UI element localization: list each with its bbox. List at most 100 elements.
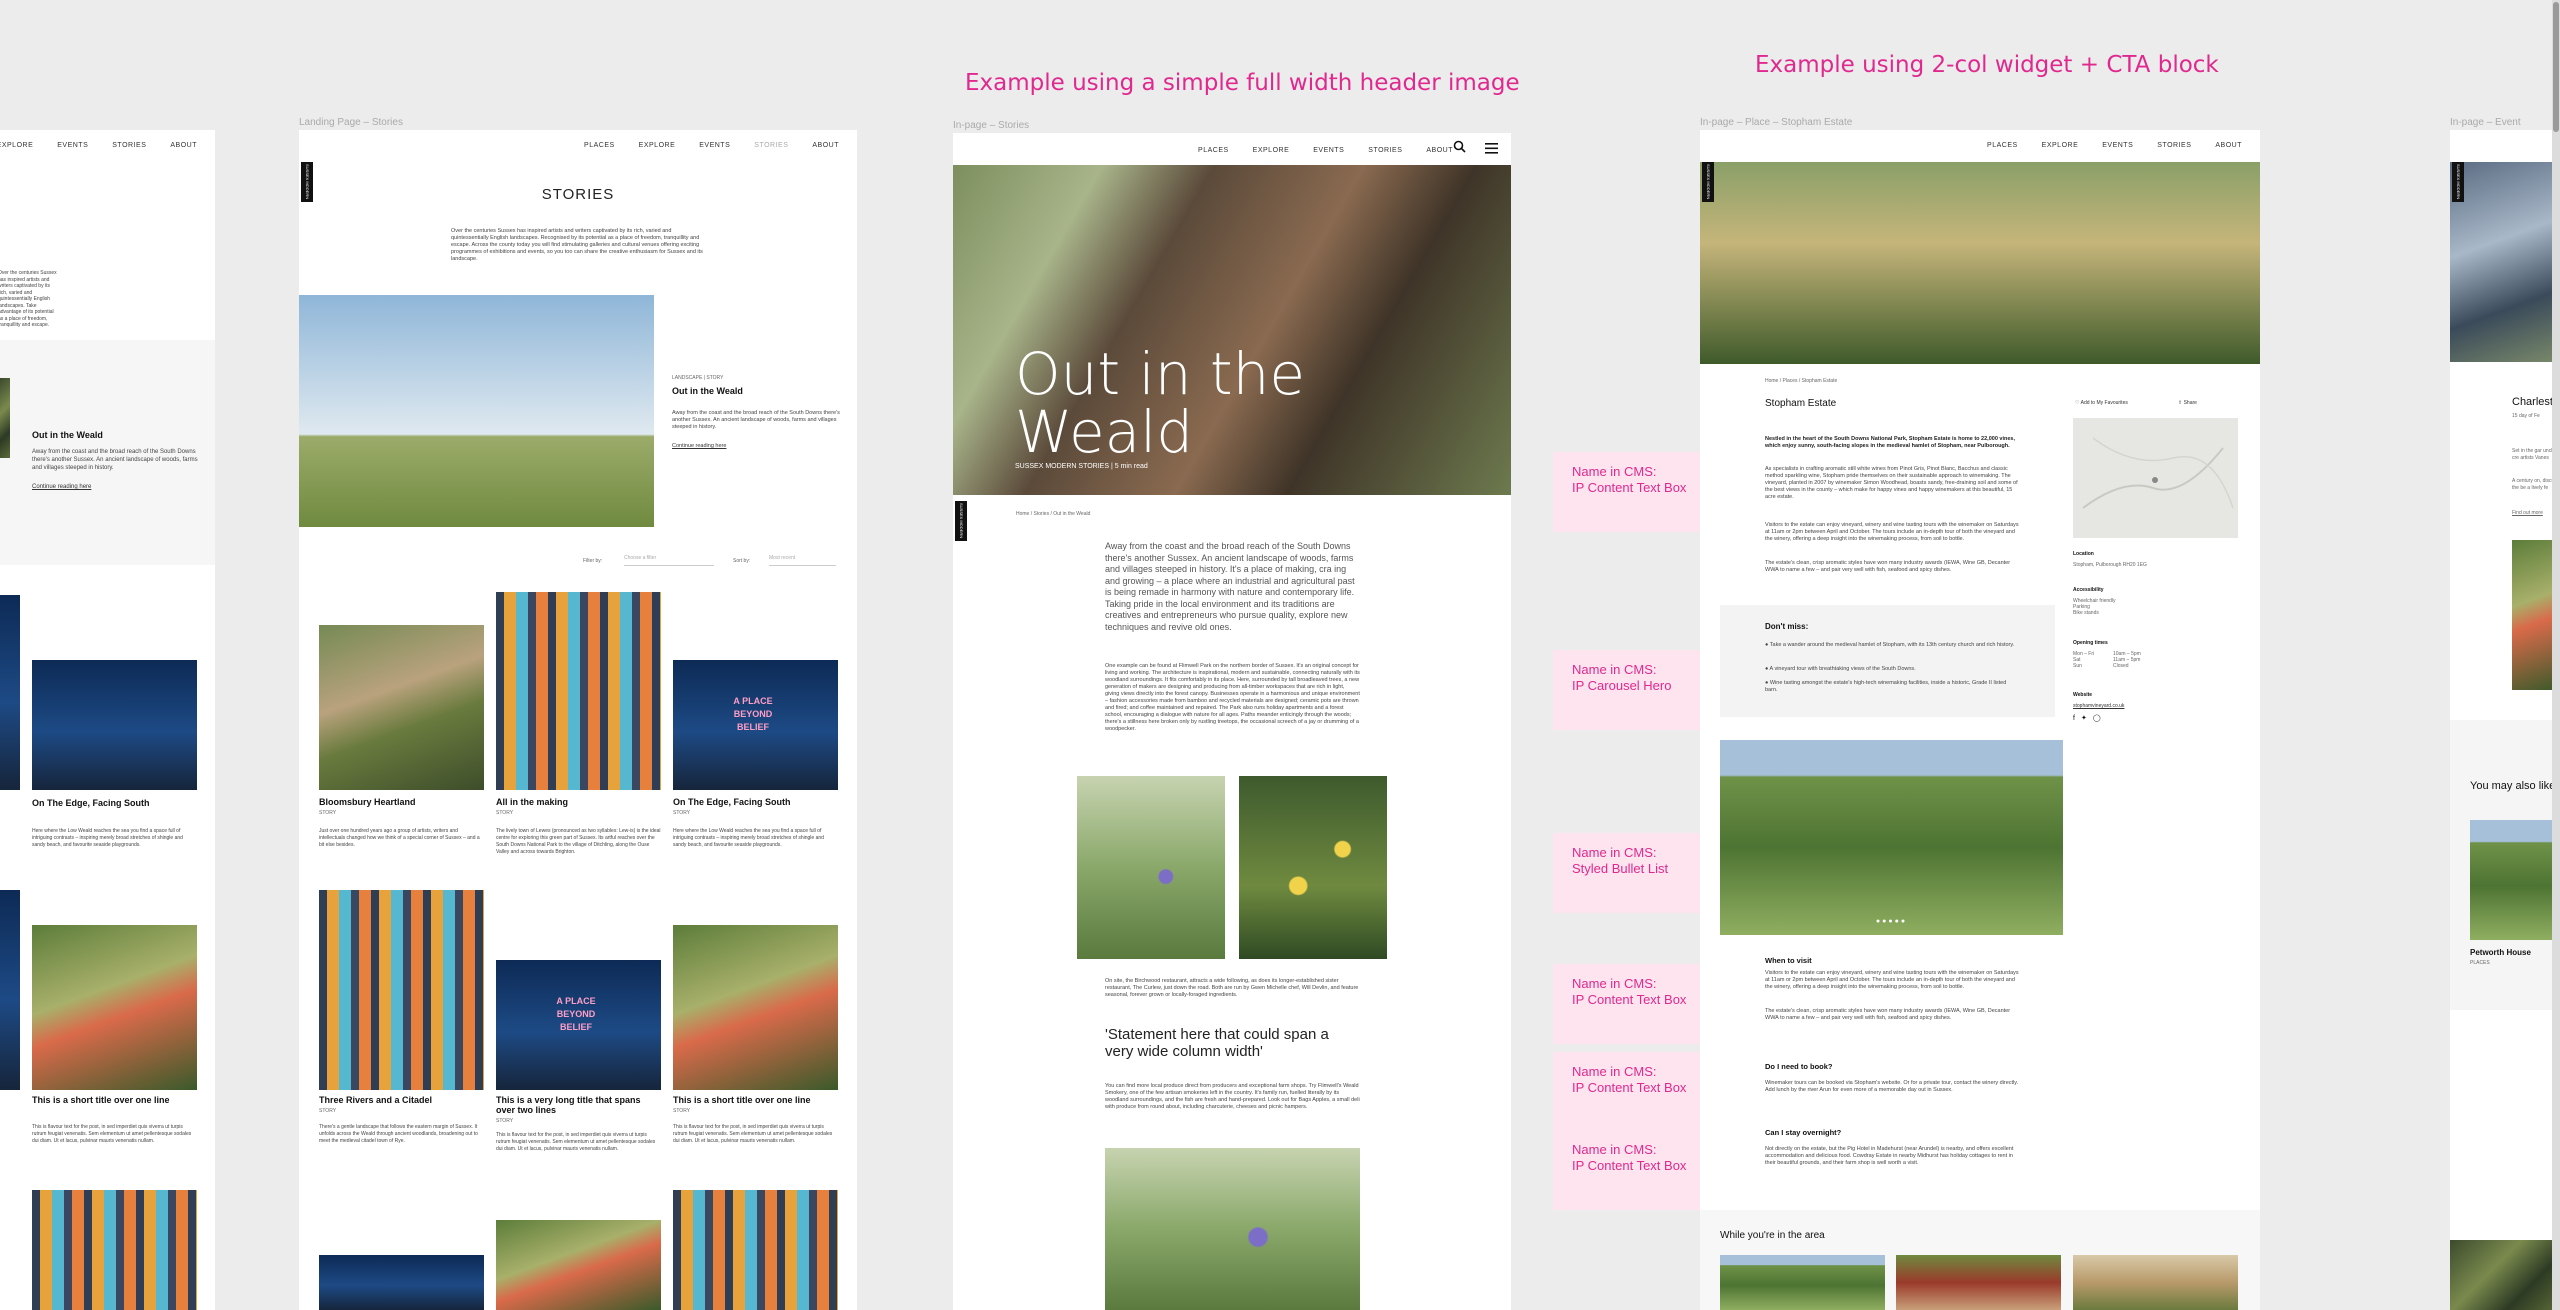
nav-about[interactable]: ABOUT: [1426, 147, 1453, 154]
nav-explore[interactable]: EXPLORE: [0, 142, 33, 149]
feature-image[interactable]: [299, 295, 654, 527]
heading-full-width-example: Example using a simple full width header…: [965, 70, 1520, 96]
nav-places[interactable]: PLACES: [1198, 147, 1229, 154]
card-image-row3-3[interactable]: [673, 1190, 838, 1310]
grid-image-edge-2: [0, 890, 20, 1090]
scrollbar-thumb[interactable]: [2553, 2, 2559, 132]
vertical-scrollbar[interactable]: [2552, 0, 2560, 1310]
event-link[interactable]: Find out more: [2512, 510, 2543, 517]
card-title[interactable]: This is a short title over one line: [673, 1095, 811, 1105]
card-image-garden[interactable]: [673, 925, 838, 1090]
card-image-row3-2[interactable]: [496, 1220, 661, 1310]
frame-label-inpage: In-page – Stories: [953, 120, 1030, 131]
cms-label-content-text-box: Name in CMS: IP Content Text Box: [1553, 1130, 1749, 1210]
card-tag: STORY: [496, 810, 514, 816]
logo[interactable]: SUSSEX MODERN: [2452, 162, 2464, 202]
share-button[interactable]: ⇧ Share: [2178, 400, 2197, 407]
hero-title: Out in the Weald: [1015, 340, 1306, 466]
search-icon[interactable]: [1453, 140, 1466, 156]
para-1: As specialists in crafting aromatic stil…: [1765, 466, 2018, 500]
feature-title[interactable]: Out in the Weald: [672, 386, 743, 396]
nav-events[interactable]: EVENTS: [57, 142, 88, 149]
hero-subtitle: SUSSEX MODERN STORIES | 5 min read: [1015, 463, 1148, 470]
card-image-socks-2[interactable]: [319, 890, 484, 1090]
also-like-card-title[interactable]: Petworth House: [2470, 948, 2531, 957]
photo-bluebells[interactable]: [1077, 776, 1225, 959]
card-image-socks[interactable]: [496, 592, 661, 790]
nav-explore[interactable]: EXPLORE: [1253, 147, 1290, 154]
grid-image-socks[interactable]: [32, 1190, 197, 1310]
nav-places[interactable]: PLACES: [1987, 142, 2018, 149]
book-title: Do I need to book?: [1765, 1062, 1833, 1071]
opening-label: Opening times: [2073, 640, 2108, 646]
grid-title-2[interactable]: This is a short title over one line: [32, 1095, 170, 1105]
location-value: Stopham, Pulborough RH20 1EG: [2073, 562, 2147, 568]
accessibility-item: Bike stands: [2073, 610, 2099, 616]
grid-image-garden[interactable]: [32, 925, 197, 1090]
para-2: Visitors to the estate can enjoy vineyar…: [1765, 522, 2019, 542]
favourite-button[interactable]: ♡ Add to My Favourites: [2075, 400, 2128, 407]
stay-p: Not directly on the estate, but the Pig …: [1765, 1146, 2014, 1166]
nav-stories[interactable]: STORIES: [1368, 147, 1402, 154]
breadcrumb[interactable]: Home / Places / Stopham Estate: [1765, 378, 1837, 385]
card-image-sign[interactable]: A PLACE BEYOND BELIEF: [673, 660, 838, 790]
when-p1: Visitors to the estate can enjoy vineyar…: [1765, 970, 2019, 990]
feature-card-link[interactable]: Continue reading here: [32, 484, 91, 490]
bullet-item: ● A vineyard tour with breathtaking view…: [1765, 666, 1916, 672]
logo[interactable]: SUSSEX MODERN: [1702, 162, 1714, 202]
card-title[interactable]: This is a very long title that spans ove…: [496, 1095, 661, 1115]
grid-image-sign[interactable]: [32, 660, 197, 790]
nav-stories[interactable]: STORIES: [754, 142, 788, 149]
nav-stories[interactable]: STORIES: [2157, 142, 2191, 149]
while-card-3[interactable]: [2073, 1255, 2238, 1310]
lead-text: Away from the coast and the broad reach …: [1105, 541, 1355, 632]
nav-about[interactable]: ABOUT: [170, 142, 197, 149]
nav-events[interactable]: EVENTS: [1313, 147, 1344, 154]
card-title[interactable]: All in the making: [496, 797, 568, 807]
menu-icon[interactable]: [1485, 141, 1498, 157]
card-image-row3-1[interactable]: [319, 1255, 484, 1310]
nav-places[interactable]: PLACES: [584, 142, 615, 149]
event-hero-image: [2450, 162, 2560, 362]
sort-select[interactable]: Most recent: [769, 555, 836, 566]
twitter-icon[interactable]: ✦: [2081, 715, 2093, 722]
card-title[interactable]: Bloomsbury Heartland: [319, 797, 416, 807]
para-3: The estate's clean, crisp aromatic style…: [1765, 560, 2011, 573]
while-card-2[interactable]: [1896, 1255, 2061, 1310]
card-title[interactable]: Three Rivers and a Citadel: [319, 1095, 432, 1105]
card-title[interactable]: On The Edge, Facing South: [673, 797, 791, 807]
card-text: This is flavour text for the post, in se…: [496, 1132, 656, 1152]
grid-title-1[interactable]: On The Edge, Facing South: [32, 798, 150, 808]
nav-events[interactable]: EVENTS: [2102, 142, 2133, 149]
feature-tag: LANDSCAPE | STORY: [672, 375, 724, 381]
nav-bar: EXPLORE EVENTS STORIES ABOUT: [0, 142, 197, 149]
feature-link[interactable]: Continue reading here: [672, 443, 726, 449]
frame-inpage-stories: PLACES EXPLORE EVENTS STORIES ABOUT Out …: [953, 133, 1511, 1310]
also-like-card[interactable]: [2470, 820, 2560, 940]
nav-about[interactable]: ABOUT: [812, 142, 839, 149]
logo[interactable]: SUSSEX MODERN: [955, 501, 967, 541]
bullet-item: ● Take a wander around the medieval haml…: [1765, 642, 2015, 648]
website-link[interactable]: stophamvineyard.co.uk: [2073, 703, 2124, 710]
while-card-1[interactable]: [1720, 1255, 1885, 1310]
photo-yellow-flowers[interactable]: [1239, 776, 1387, 959]
intro-text: Nestled in the heart of the South Downs …: [1765, 436, 2016, 449]
carousel-hero[interactable]: ●●●●●: [1720, 740, 2063, 935]
location-map[interactable]: [2073, 418, 2238, 538]
sort-label: Sort by:: [733, 558, 751, 564]
nav-explore[interactable]: EXPLORE: [639, 142, 676, 149]
breadcrumb[interactable]: Home / Stories / Out in the Weald: [1016, 511, 1090, 518]
card-image-bloomsbury[interactable]: [319, 625, 484, 790]
photo-bluebell-large[interactable]: [1105, 1148, 1360, 1310]
card-image-sign-2[interactable]: A PLACE BEYOND BELIEF: [496, 960, 661, 1090]
facebook-icon[interactable]: f: [2073, 715, 2081, 722]
nav-about[interactable]: ABOUT: [2215, 142, 2242, 149]
instagram-icon[interactable]: ◯: [2093, 715, 2107, 722]
cms-label-text: Name in CMS: IP Content Text Box: [1572, 464, 1687, 495]
filter-select[interactable]: Choose a filter: [624, 555, 714, 566]
also-like-title: You may also like: [2470, 780, 2556, 792]
carousel-dots[interactable]: ●●●●●: [1720, 918, 2063, 925]
nav-events[interactable]: EVENTS: [699, 142, 730, 149]
nav-stories[interactable]: STORIES: [112, 142, 146, 149]
nav-explore[interactable]: EXPLORE: [2042, 142, 2079, 149]
